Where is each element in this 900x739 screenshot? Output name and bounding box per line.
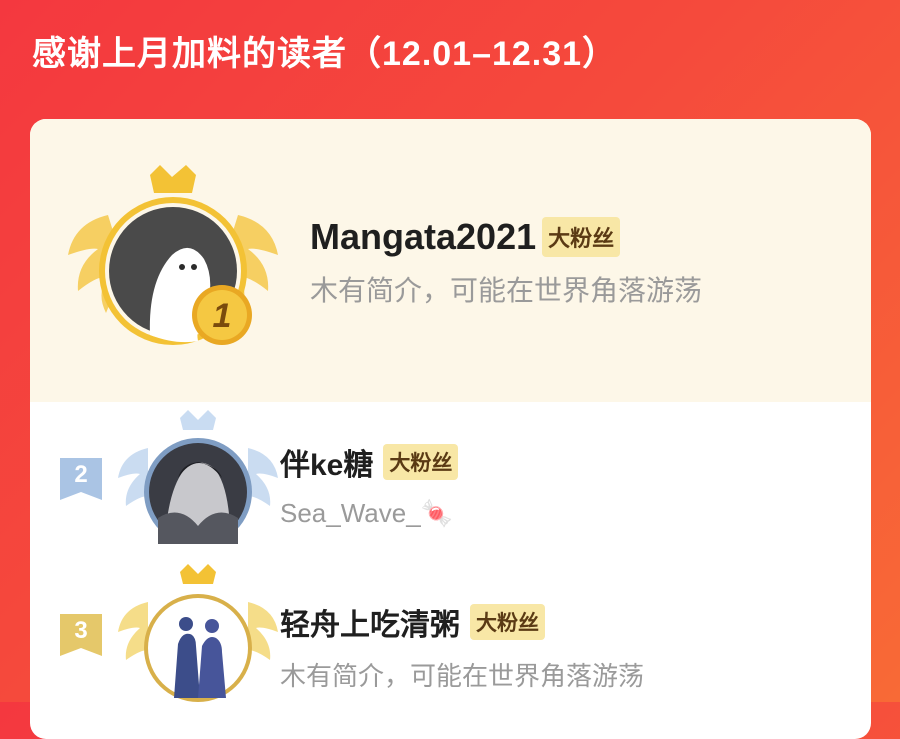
rank-medal-1: 1	[212, 297, 232, 335]
reader-bio: Sea_Wave_🍬	[280, 498, 454, 528]
crown-icon	[180, 410, 216, 430]
fan-badge: 大粉丝	[470, 604, 545, 640]
rank-flag-3: 3	[58, 612, 104, 658]
crown-icon	[180, 564, 216, 584]
crown-icon	[150, 165, 196, 193]
reader-bio: 木有简介，可能在世界角落游荡	[280, 661, 645, 691]
wing-left-icon	[118, 602, 148, 660]
reader-name-line: 伴ke糖 大粉丝	[280, 440, 459, 484]
reader-name-line: 轻舟上吃清粥 大粉丝	[280, 602, 545, 642]
reader-item-rank-3[interactable]: 3 轻舟上吃清粥 大粉丝 木有简介，可能在世界角落游荡	[30, 562, 871, 722]
avatar-frame-gold[interactable]	[118, 562, 278, 702]
wing-right-icon	[248, 602, 278, 660]
fan-badge: 大粉丝	[383, 444, 459, 480]
reader-name[interactable]: 轻舟上吃清粥	[280, 600, 460, 644]
reader-name[interactable]: 伴ke糖	[280, 440, 373, 484]
reader-name-line: Mangata2021 大粉丝	[310, 215, 621, 259]
rank-flag-2: 2	[58, 456, 104, 502]
reader-item-rank-2[interactable]: 2 伴ke糖 大粉丝 Sea_Wave_🍬	[30, 402, 871, 562]
avatar-frame-silver[interactable]	[118, 408, 278, 546]
fan-badge: 大粉丝	[542, 217, 621, 257]
reader-item-rank-1[interactable]: 1 Mangata2021 大粉丝 木有简介，可能在世界角落游荡	[30, 119, 871, 402]
reader-bio: 木有简介，可能在世界角落游荡	[310, 275, 703, 306]
page-title: 感谢上月加料的读者（12.01–12.31）	[32, 35, 618, 73]
reader-ranking-card: 1 Mangata2021 大粉丝 木有简介，可能在世界角落游荡 2 伴ke糖 …	[30, 119, 871, 739]
avatar-frame-gold[interactable]: 1	[68, 163, 278, 363]
wing-right-icon	[248, 448, 278, 506]
reader-name[interactable]: Mangata2021	[310, 216, 536, 258]
wing-left-icon	[118, 448, 148, 506]
